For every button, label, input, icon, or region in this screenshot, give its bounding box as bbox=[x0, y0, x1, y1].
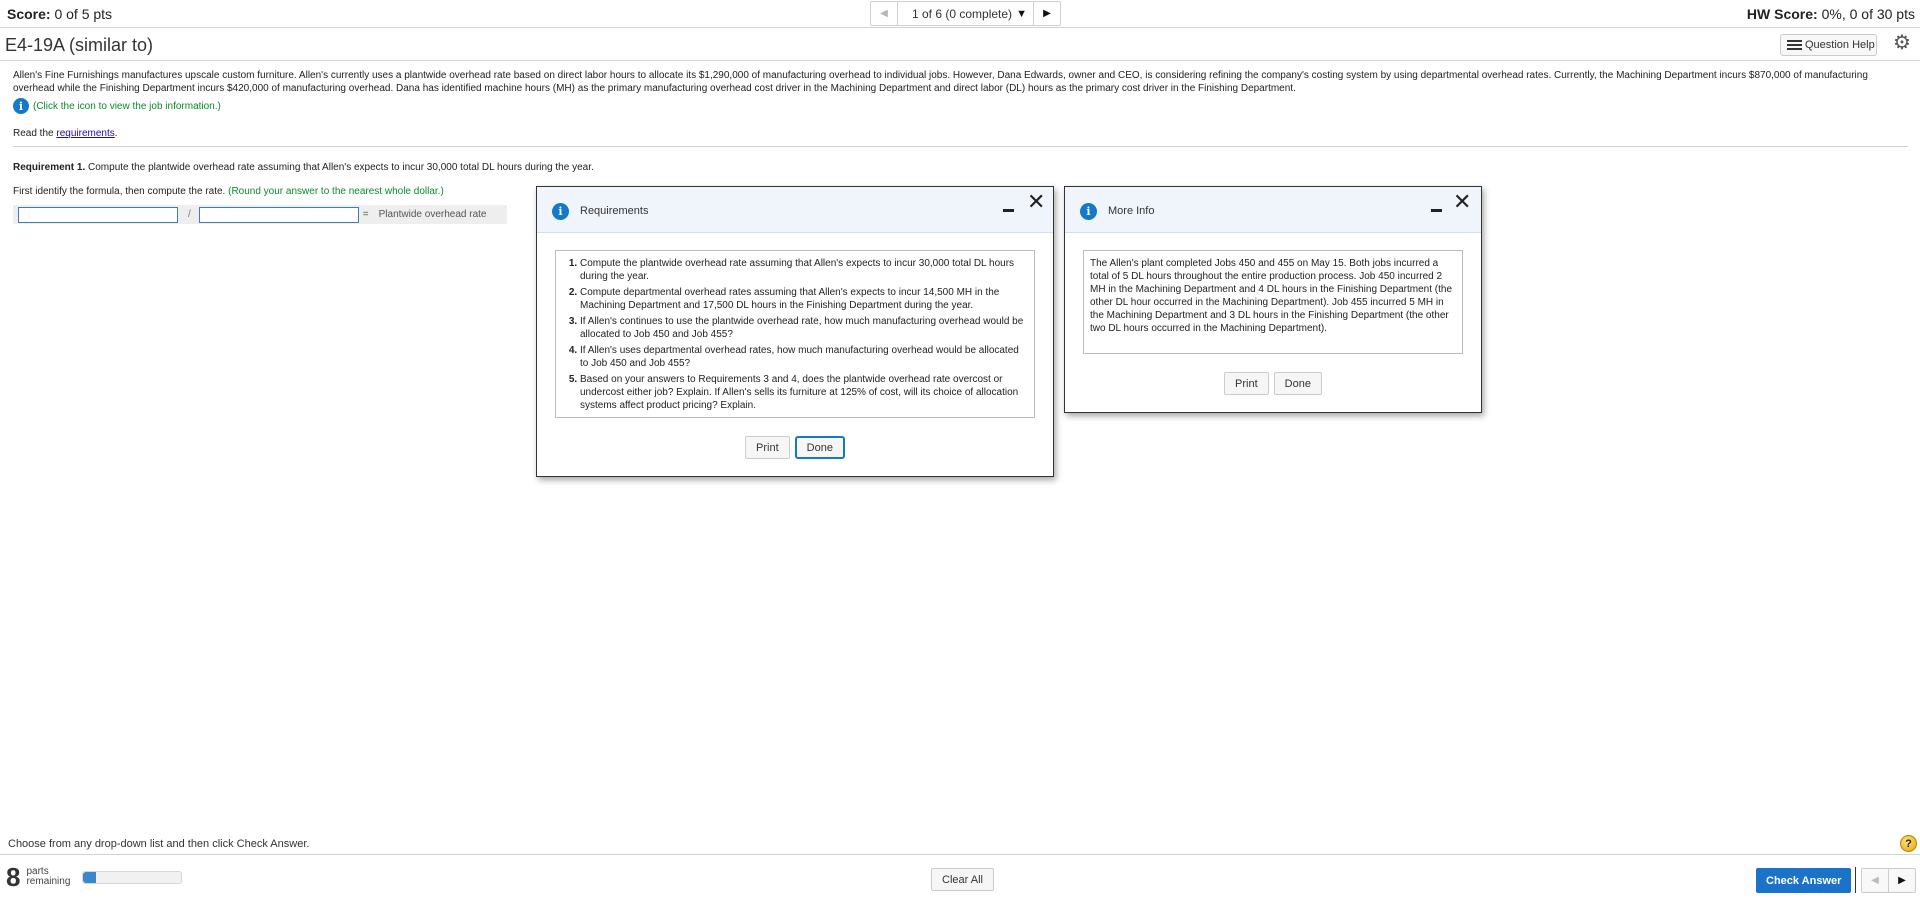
read-requirements: Read the requirements. bbox=[13, 128, 1908, 139]
requirement-item: Compute the plantwide overhead rate assu… bbox=[580, 257, 1028, 283]
requirements-list-box: Compute the plantwide overhead rate assu… bbox=[555, 250, 1035, 418]
next-question-button[interactable]: ▶ bbox=[1889, 869, 1915, 892]
score-value: 0 of 5 pts bbox=[54, 6, 113, 22]
formula-instruction-text: First identify the formula, then compute… bbox=[13, 186, 229, 197]
parts-label-line2: remaining bbox=[26, 876, 71, 887]
print-button[interactable]: Print bbox=[745, 436, 790, 459]
parts-remaining-count: 8 bbox=[6, 862, 21, 892]
hw-score-label: HW Score: bbox=[1746, 6, 1818, 22]
minimize-icon[interactable] bbox=[1003, 209, 1014, 212]
check-answer-button[interactable]: Check Answer bbox=[1756, 868, 1852, 893]
formula-result-label: Plantwide overhead rate bbox=[378, 209, 487, 220]
parts-remaining: 8 parts remaining bbox=[6, 862, 183, 892]
parts-progress-bar bbox=[82, 870, 183, 884]
equals-sign: = bbox=[362, 209, 369, 220]
footer-question-nav: ◀ ▶ bbox=[1861, 868, 1916, 893]
list-icon bbox=[1787, 40, 1802, 50]
close-icon[interactable]: ✕ bbox=[1453, 192, 1471, 214]
denominator-input[interactable] bbox=[198, 206, 359, 223]
more-info-dialog-header[interactable]: i More Info ✕ bbox=[1065, 187, 1481, 233]
close-icon[interactable]: ✕ bbox=[1027, 192, 1045, 214]
read-prefix: Read the bbox=[13, 128, 57, 139]
footer-instruction: Choose from any drop-down list and then … bbox=[8, 838, 310, 850]
info-icon: i bbox=[1080, 203, 1097, 220]
footer-divider bbox=[0, 854, 1920, 855]
parts-progress-fill bbox=[83, 871, 96, 883]
chevron-left-icon: ◀ bbox=[880, 8, 888, 19]
requirements-dialog-header[interactable]: i Requirements ✕ bbox=[537, 187, 1053, 233]
chevron-left-icon: ◀ bbox=[1871, 875, 1879, 886]
requirement-item: If Allen's uses departmental overhead ra… bbox=[580, 344, 1028, 370]
info-icon[interactable]: i bbox=[13, 98, 29, 114]
rounding-note: (Round your answer to the nearest whole … bbox=[228, 186, 444, 197]
question-title-bar: E4-19A (similar to) Question Help ⚙ bbox=[0, 28, 1920, 61]
question-pager: ◀ 1 of 6 (0 complete) ▼ ▶ bbox=[870, 1, 1061, 26]
print-button[interactable]: Print bbox=[1224, 372, 1269, 395]
next-question-button[interactable]: ▶ bbox=[1032, 2, 1060, 25]
requirement-1-label: Requirement 1. bbox=[13, 162, 86, 173]
info-icon: i bbox=[552, 203, 569, 220]
question-help-label: Question Help bbox=[1805, 39, 1875, 51]
question-title: E4-19A (similar to) bbox=[5, 35, 154, 55]
job-info-hint: (Click the icon to view the job informat… bbox=[33, 100, 221, 112]
minimize-icon[interactable] bbox=[1431, 209, 1442, 212]
requirement-1: Requirement 1. Compute the plantwide ove… bbox=[13, 162, 594, 173]
more-info-dialog: i More Info ✕ The Allen's plant complete… bbox=[1064, 186, 1482, 413]
top-bar: Score: 0 of 5 pts ◀ 1 of 6 (0 complete) ▼… bbox=[0, 0, 1920, 28]
more-info-dialog-title: More Info bbox=[1108, 205, 1155, 217]
question-help-button[interactable]: Question Help bbox=[1780, 34, 1877, 56]
chevron-right-icon: ▶ bbox=[1043, 8, 1051, 19]
numerator-input[interactable] bbox=[18, 206, 178, 223]
requirements-link[interactable]: requirements bbox=[56, 128, 114, 139]
division-sign: / bbox=[188, 209, 191, 220]
more-info-dialog-buttons: Print Done bbox=[1065, 372, 1481, 395]
requirement-item: Compute departmental overhead rates assu… bbox=[580, 286, 1028, 312]
requirements-dialog-title: Requirements bbox=[580, 205, 649, 217]
read-suffix: . bbox=[114, 128, 118, 139]
requirement-item: If Allen's continues to use the plantwid… bbox=[580, 315, 1028, 341]
gear-icon[interactable]: ⚙ bbox=[1893, 33, 1911, 53]
question-selector-dropdown[interactable]: 1 of 6 (0 complete) ▼ bbox=[898, 2, 1033, 25]
hw-score-value: 0%, 0 of 30 pts bbox=[1821, 6, 1915, 22]
requirement-item: Based on your answers to Requirements 3 … bbox=[580, 373, 1028, 412]
requirements-dialog: i Requirements ✕ Compute the plantwide o… bbox=[536, 186, 1054, 477]
problem-content: Allen's Fine Furnishings manufactures up… bbox=[13, 69, 1908, 139]
more-info-text-box: The Allen's plant completed Jobs 450 and… bbox=[1083, 250, 1463, 354]
requirements-list: Compute the plantwide overhead rate assu… bbox=[562, 257, 1028, 412]
previous-question-button[interactable]: ◀ bbox=[871, 2, 898, 25]
score-label: Score: bbox=[7, 6, 51, 22]
done-button[interactable]: Done bbox=[1273, 372, 1322, 395]
caret-down-icon: ▼ bbox=[1016, 7, 1027, 20]
formula-row: / = Plantwide overhead rate bbox=[13, 205, 507, 224]
divider bbox=[13, 146, 1908, 147]
clear-all-button[interactable]: Clear All bbox=[931, 868, 994, 891]
more-info-text: The Allen's plant completed Jobs 450 and… bbox=[1090, 258, 1453, 334]
requirements-dialog-buttons: Print Done bbox=[537, 436, 1053, 459]
question-selector-label: 1 of 6 (0 complete) bbox=[912, 6, 1013, 21]
previous-question-button[interactable]: ◀ bbox=[1862, 869, 1889, 892]
footer-vertical-divider bbox=[1855, 867, 1856, 893]
job-info-line: i (Click the icon to view the job inform… bbox=[13, 98, 1908, 114]
help-question-icon[interactable]: ? bbox=[1900, 835, 1917, 852]
problem-text: Allen's Fine Furnishings manufactures up… bbox=[13, 70, 1868, 94]
done-button[interactable]: Done bbox=[794, 436, 845, 459]
hw-score: HW Score: 0%, 0 of 30 pts bbox=[1747, 6, 1915, 22]
chevron-right-icon: ▶ bbox=[1898, 875, 1906, 886]
requirement-1-text: Compute the plantwide overhead rate assu… bbox=[85, 162, 594, 173]
score: Score: 0 of 5 pts bbox=[7, 6, 112, 22]
parts-remaining-label: parts remaining bbox=[26, 867, 70, 887]
formula-instruction: First identify the formula, then compute… bbox=[13, 186, 444, 197]
